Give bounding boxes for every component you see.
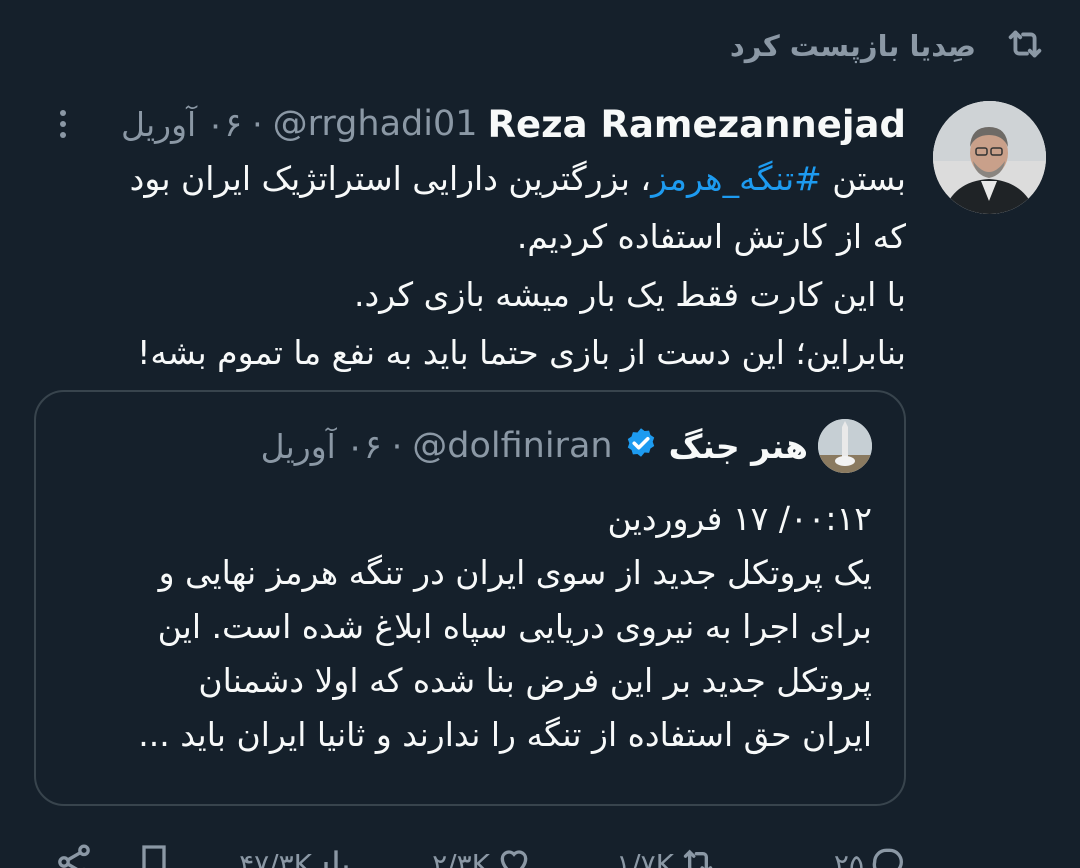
post-line-1: بستن #تنگه_هرمز، بزرگترین دارایی استراتژ… <box>56 150 906 208</box>
retweet-banner[interactable]: صِدیا بازپست کرد <box>730 22 1048 70</box>
retweet-icon <box>1002 21 1048 71</box>
post-line-1-prefix: بستن <box>821 159 906 198</box>
views-button[interactable]: ۴۷/۳K <box>239 842 356 868</box>
tweet-page: صِدیا بازپست کرد Reza Ramezannejad @rrgh… <box>0 0 1080 868</box>
reply-button[interactable]: ۲۵ <box>834 842 908 868</box>
share-icon <box>54 842 94 868</box>
repost-button[interactable]: ۱/۷K <box>616 842 718 868</box>
quoted-timestamp[interactable]: ۰۶ آوریل <box>261 427 382 466</box>
verified-badge-icon <box>623 426 659 466</box>
views-chart-icon <box>316 842 356 868</box>
quoted-header: هنر جنگ @dolfiniran · ۰۶ آوریل <box>261 418 872 474</box>
post-line-1-suffix: ، بزرگترین دارایی استراتژیک ایران بود <box>129 159 652 198</box>
separator-dot: · <box>252 104 263 144</box>
post-body: بستن #تنگه_هرمز، بزرگترین دارایی استراتژ… <box>56 150 906 382</box>
action-bar: ۲۵ ۱/۷K ۲/۳K ۴۷/۳K <box>0 834 1080 868</box>
heart-icon <box>494 842 534 868</box>
quoted-handle[interactable]: @dolfiniran <box>412 426 612 466</box>
quoted-author-name[interactable]: هنر جنگ <box>669 427 808 466</box>
post-line-2: که از کارتش استفاده کردیم. <box>516 217 906 256</box>
bookmark-button[interactable] <box>134 842 174 868</box>
post-header: Reza Ramezannejad @rrghadi01 · ۰۶ آوریل <box>46 98 906 150</box>
author-handle[interactable]: @rrghadi01 <box>273 104 478 144</box>
reply-count: ۲۵ <box>833 847 864 868</box>
like-button[interactable]: ۲/۳K <box>432 842 534 868</box>
author-name[interactable]: Reza Ramezannejad <box>488 103 907 146</box>
views-count: ۴۷/۳K <box>239 847 312 868</box>
more-options-icon[interactable] <box>46 104 80 144</box>
repost-count: ۱/۷K <box>616 847 674 868</box>
quoted-line: پروتکل جدید بر این فرض بنا شده که اولا د… <box>198 661 872 700</box>
quoted-line: ۰۰:۱۲/ ۱۷ فروردین <box>607 499 872 538</box>
post-line-3: با این کارت فقط یک بار میشه بازی کرد. <box>354 275 906 314</box>
quoted-tweet-card[interactable]: هنر جنگ @dolfiniran · ۰۶ آوریل ۰۰:۱۲/ ۱۷… <box>34 390 906 806</box>
post-line-4: بنابراین؛ این دست از بازی حتما باید به ن… <box>137 333 906 372</box>
like-count: ۲/۳K <box>432 847 490 868</box>
retweet-label: صِدیا بازپست کرد <box>729 29 976 63</box>
quoted-line: ایران حق استفاده از تنگه را ندارند و ثان… <box>138 715 872 754</box>
reply-icon <box>868 842 908 868</box>
hashtag-link[interactable]: #تنگه_هرمز <box>651 159 822 198</box>
post-timestamp[interactable]: ۰۶ آوریل <box>121 105 242 144</box>
quoted-separator-dot: · <box>391 426 403 466</box>
bookmark-icon <box>134 842 174 868</box>
quoted-avatar[interactable] <box>818 419 872 473</box>
share-button[interactable] <box>54 842 94 868</box>
quoted-line: برای اجرا به نیروی دریایی سپاه ابلاغ شده… <box>157 607 872 646</box>
repost-icon <box>678 842 718 868</box>
quoted-line: یک پروتکل جدید از سوی ایران در تنگه هرمز… <box>158 553 872 592</box>
quoted-body: ۰۰:۱۲/ ۱۷ فروردین یک پروتکل جدید از سوی … <box>72 492 872 762</box>
author-avatar[interactable] <box>933 101 1046 214</box>
